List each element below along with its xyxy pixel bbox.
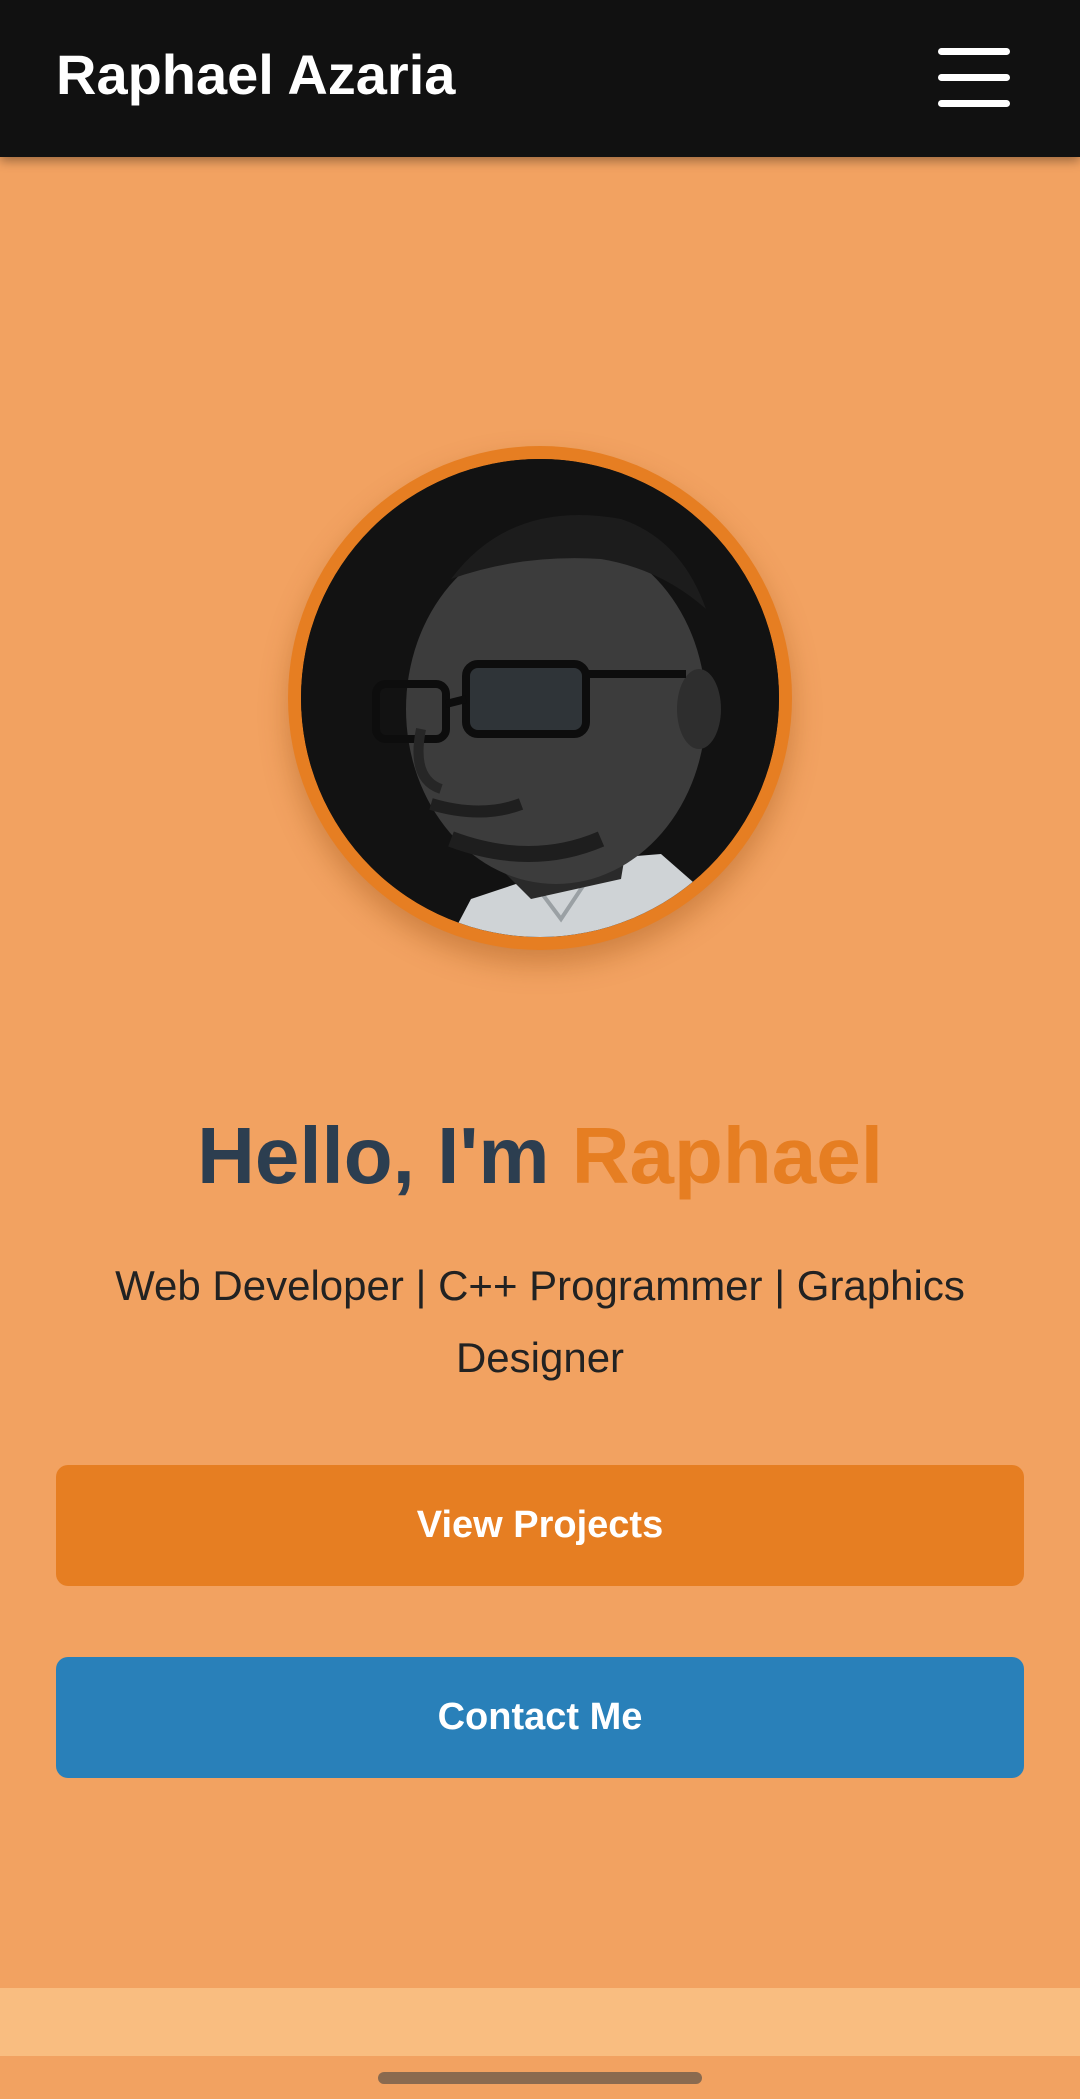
hero-heading: Hello, I'm Raphael <box>0 1108 1080 1204</box>
view-projects-button[interactable]: View Projects <box>56 1465 1024 1586</box>
profile-photo <box>301 459 779 937</box>
hero-greeting-prefix: Hello, I'm <box>197 1111 572 1200</box>
hero-greeting-name: Raphael <box>571 1111 883 1200</box>
contact-me-button[interactable]: Contact Me <box>56 1657 1024 1778</box>
profile-photo-frame <box>288 446 792 950</box>
menu-line <box>938 100 1010 107</box>
footer-band <box>0 1988 1080 2056</box>
hamburger-menu-icon[interactable] <box>938 44 1010 110</box>
menu-line <box>938 48 1010 55</box>
hero-subtitle: Web Developer | C++ Programmer | Graphic… <box>115 1262 965 1381</box>
top-nav-bar: Raphael Azaria <box>0 0 1080 157</box>
site-brand[interactable]: Raphael Azaria <box>56 42 455 108</box>
menu-line <box>938 74 1010 81</box>
home-indicator[interactable] <box>378 2072 702 2084</box>
